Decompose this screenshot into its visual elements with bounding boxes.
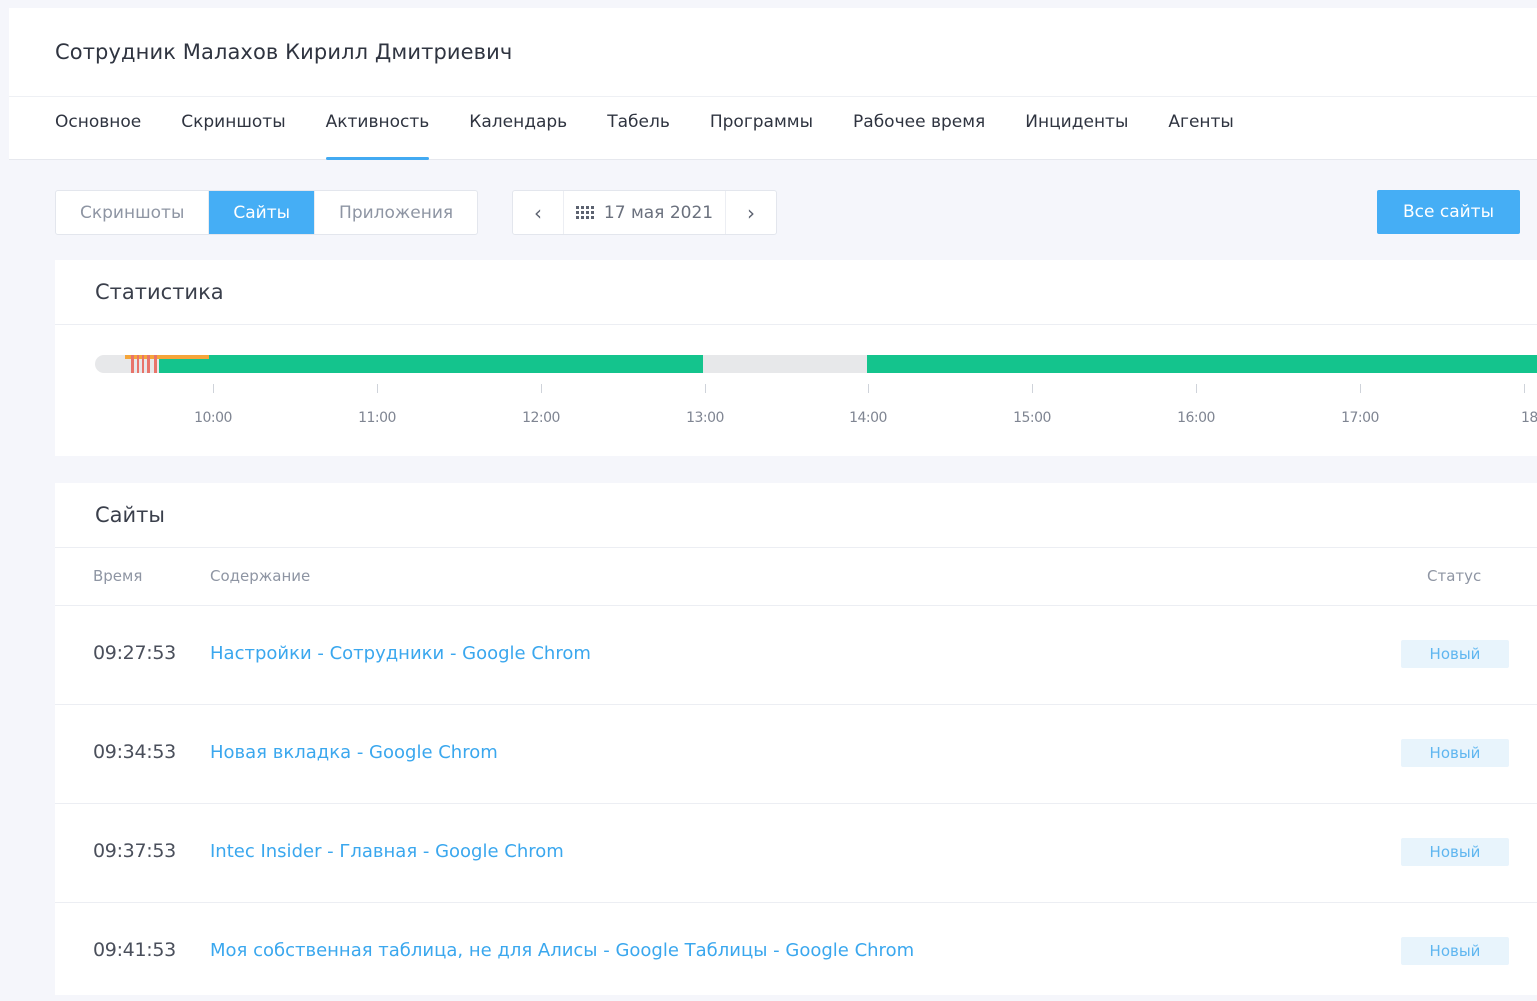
- page: Сотрудник Малахов Кирилл Дмитриевич Осно…: [9, 8, 1537, 995]
- timeline-tick: [1032, 384, 1033, 393]
- view-screenshots-button[interactable]: Скриншоты: [56, 191, 210, 234]
- timeline-tick-label: 17:00: [1341, 410, 1379, 426]
- timeline-tick: [705, 384, 706, 393]
- timeline-tick: [213, 384, 214, 393]
- status-badge: Новый: [1401, 937, 1509, 965]
- tab-working-time[interactable]: Рабочее время: [853, 112, 985, 160]
- date-display[interactable]: 17 мая 2021: [563, 191, 726, 234]
- timeline-tick: [377, 384, 378, 393]
- sites-title: Сайты: [95, 503, 165, 527]
- timeline-alert-mark: [131, 355, 134, 373]
- calendar-grid-icon: [575, 206, 594, 219]
- timeline-tick-label: 13:00: [686, 410, 724, 426]
- timeline-tick-label: 16:00: [1177, 410, 1215, 426]
- status-badge: Новый: [1401, 640, 1509, 668]
- divider: [9, 96, 1537, 97]
- timeline-tick-label: 11:00: [358, 410, 396, 426]
- row-content-link[interactable]: Моя собственная таблица, не для Алисы - …: [210, 940, 914, 961]
- tab-calendar[interactable]: Календарь: [469, 112, 567, 160]
- timeline-tick: [541, 384, 542, 393]
- timeline-tick-label: 12:00: [522, 410, 560, 426]
- tab-timesheet[interactable]: Табель: [607, 112, 670, 160]
- page-title: Сотрудник Малахов Кирилл Дмитриевич: [55, 40, 513, 64]
- timeline-alert-mark: [147, 355, 150, 373]
- timeline-alert-mark: [142, 355, 144, 373]
- chevron-right-icon[interactable]: ›: [726, 191, 776, 234]
- timeline-tick: [1524, 384, 1525, 393]
- status-badge: Новый: [1401, 739, 1509, 767]
- row-content-link[interactable]: Новая вкладка - Google Chrom: [210, 742, 498, 763]
- all-sites-button[interactable]: Все сайты: [1377, 190, 1520, 234]
- tab-incidents[interactable]: Инциденты: [1025, 112, 1128, 160]
- sites-card: Сайты Время Содержание Статус 09:27:53 Н…: [55, 483, 1537, 995]
- row-time: 09:37:53: [93, 840, 176, 862]
- column-header-status: Статус: [1427, 567, 1482, 585]
- chevron-left-icon[interactable]: ‹: [513, 191, 563, 234]
- column-header-time: Время: [93, 567, 143, 585]
- view-sites-button[interactable]: Сайты: [209, 191, 316, 234]
- tab-activity[interactable]: Активность: [325, 112, 429, 160]
- timeline-tick: [1196, 384, 1197, 393]
- row-time: 09:41:53: [93, 939, 176, 961]
- column-header-content: Содержание: [210, 567, 311, 585]
- timeline-active-segment: [867, 355, 1537, 373]
- divider: [55, 324, 1537, 325]
- table-row: 09:34:53 Новая вкладка - Google Chrom Но…: [55, 704, 1537, 803]
- tab-bar: Основное Скриншоты Активность Календарь …: [55, 112, 1274, 160]
- table-row: 09:37:53 Intec Insider - Главная - Googl…: [55, 803, 1537, 902]
- tab-programs[interactable]: Программы: [710, 112, 813, 160]
- timeline-alert-mark: [154, 355, 157, 373]
- tab-screenshots[interactable]: Скриншоты: [181, 112, 285, 160]
- timeline-tick-label: 10:00: [194, 410, 232, 426]
- date-label: 17 мая 2021: [603, 202, 714, 223]
- timeline-tick-label: 15:00: [1013, 410, 1051, 426]
- timeline-active-segment: [159, 355, 703, 373]
- date-picker: ‹ 17 мая 2021 ›: [512, 190, 777, 235]
- tab-agents[interactable]: Агенты: [1168, 112, 1233, 160]
- row-time: 09:34:53: [93, 741, 176, 763]
- status-badge: Новый: [1401, 838, 1509, 866]
- table-row: 09:41:53 Моя собственная таблица, не для…: [55, 902, 1537, 1001]
- header: Сотрудник Малахов Кирилл Дмитриевич Осно…: [9, 8, 1537, 160]
- row-content-link[interactable]: Intec Insider - Главная - Google Chrom: [210, 841, 564, 862]
- timeline-alert-mark: [137, 355, 139, 373]
- statistics-title: Статистика: [95, 280, 224, 304]
- tab-main[interactable]: Основное: [55, 112, 141, 160]
- table-row: 09:27:53 Настройки - Сотрудники - Google…: [55, 605, 1537, 704]
- activity-timeline[interactable]: [95, 355, 1537, 373]
- divider: [55, 547, 1537, 548]
- statistics-card: Статистика 10:00 11:00 12:00 13:00 14:00…: [55, 260, 1537, 456]
- timeline-tick: [868, 384, 869, 393]
- view-apps-button[interactable]: Приложения: [315, 191, 477, 234]
- timeline-tick-label: 14:00: [849, 410, 887, 426]
- row-content-link[interactable]: Настройки - Сотрудники - Google Chrom: [210, 643, 591, 664]
- view-switcher: Скриншоты Сайты Приложения: [55, 190, 479, 235]
- row-time: 09:27:53: [93, 642, 176, 664]
- timeline-tick-label: 18:00: [1521, 410, 1537, 426]
- timeline-tick: [1360, 384, 1361, 393]
